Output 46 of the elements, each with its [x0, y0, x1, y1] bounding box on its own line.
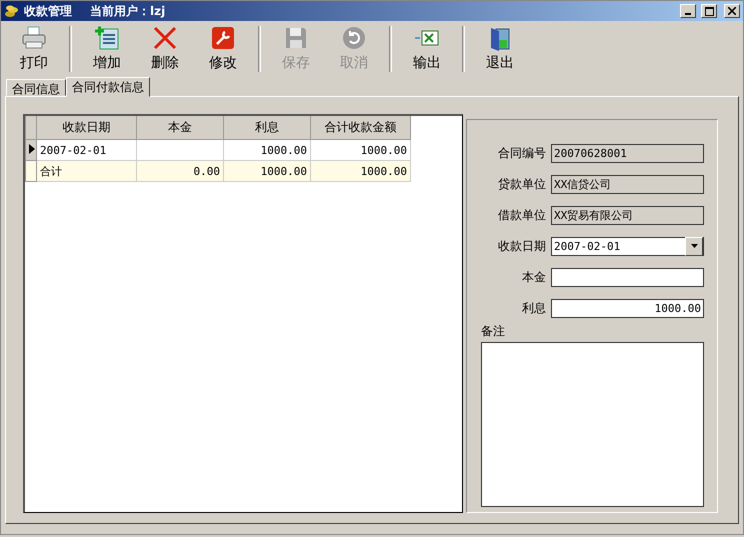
readonly-field[interactable]: 20070628001 — [551, 144, 704, 162]
toolbar-button[interactable]: 修改 — [194, 24, 252, 76]
field-label: 备注 — [480, 323, 506, 340]
add-list-icon — [94, 26, 120, 50]
toolbar-button[interactable]: 增加 — [78, 24, 136, 76]
field-label: 本金 — [521, 268, 546, 286]
readonly-field[interactable]: XX信贷公司 — [551, 174, 704, 194]
coins-icon — [4, 4, 20, 18]
total-cell: 1000.00 — [310, 160, 410, 182]
total-cell: 1000.00 — [224, 160, 310, 182]
close-button[interactable] — [724, 4, 740, 18]
field-label: 收款日期 — [497, 238, 546, 254]
undo-icon — [342, 26, 366, 50]
current-user-label: 当前用户：lzj — [90, 2, 166, 20]
field-label: 利息 — [521, 300, 546, 316]
toolbar-button[interactable]: 退出 — [471, 24, 529, 76]
printer-icon — [21, 26, 47, 50]
wrench-icon — [211, 26, 235, 50]
door-icon — [488, 26, 512, 52]
input-field[interactable]: 1000.00 — [551, 298, 704, 318]
remarks-field[interactable] — [481, 342, 704, 507]
field-label: 借款单位 — [497, 206, 546, 224]
column-header[interactable]: 收款日期 — [36, 116, 136, 140]
delete-icon — [152, 26, 178, 50]
toolbar-button[interactable]: 打印 — [5, 24, 63, 76]
minimize-button[interactable] — [680, 4, 696, 18]
total-cell: 合计 — [36, 160, 136, 182]
date-dropdown[interactable]: 2007-02-01 — [551, 236, 704, 256]
column-header[interactable]: 本金 — [136, 116, 224, 140]
input-field[interactable] — [551, 268, 704, 286]
maximize-button[interactable] — [701, 4, 717, 18]
tab[interactable]: 合同付款信息 — [66, 77, 150, 97]
toolbar-button[interactable]: 删除 — [136, 24, 194, 76]
toolbar-button[interactable]: 输出 — [398, 24, 456, 76]
maximize-icon — [704, 6, 714, 16]
field-label: 贷款单位 — [497, 176, 546, 192]
window-title: 收款管理 — [24, 2, 72, 20]
readonly-field[interactable]: XX贸易有限公司 — [551, 206, 704, 224]
current-row-icon — [29, 144, 35, 154]
field-label: 合同编号 — [497, 144, 546, 162]
dropdown-arrow-icon — [690, 244, 698, 248]
tab[interactable]: 合同信息 — [6, 79, 66, 96]
total-cell: 0.00 — [136, 160, 224, 182]
column-header[interactable]: 合计收款金额 — [310, 116, 410, 140]
close-icon — [728, 7, 736, 15]
column-header[interactable]: 利息 — [224, 116, 310, 140]
